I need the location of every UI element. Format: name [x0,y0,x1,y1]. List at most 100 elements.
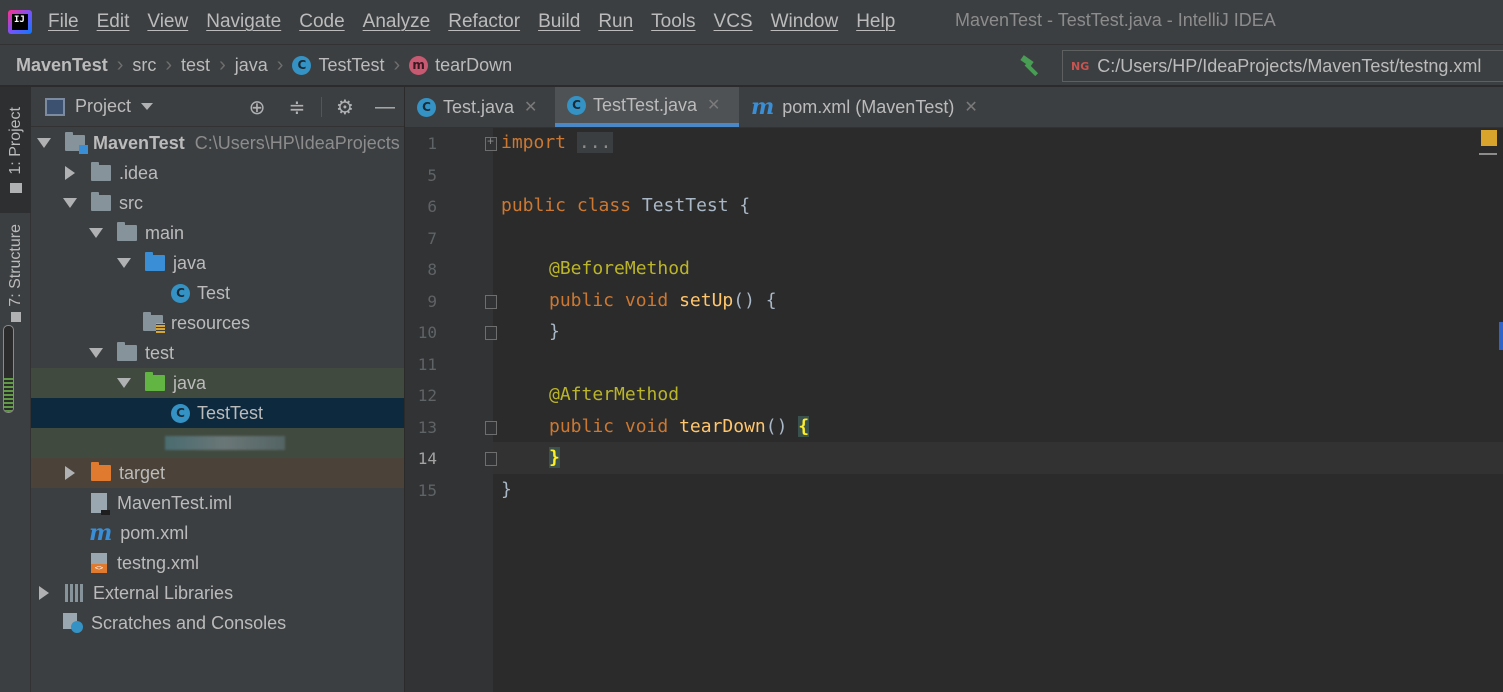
chevron-down-icon[interactable] [141,103,154,110]
line-number: 11 [417,355,437,374]
breadcrumb-separator-icon: › [276,53,284,76]
tab-label: Test.java [443,96,515,117]
left-tool-strip: 1: Project 7: Structure [0,87,31,692]
tree-node-external-libraries[interactable]: External Libraries [31,578,404,608]
tool-tab-project[interactable]: 1: Project [0,87,31,213]
code-line-14: } [549,447,560,468]
class-icon: C [417,97,436,117]
locate-file-icon[interactable]: ⊕ [245,95,269,119]
tree-node-resources[interactable]: resources [31,308,404,338]
breadcrumb-src[interactable]: src [132,55,156,76]
menu-help[interactable]: Help [856,11,895,33]
menu-file[interactable]: File [48,11,79,33]
tool-tab-project-label: 1: Project [6,107,24,175]
tab-testtest-java[interactable]: C TestTest.java ✕ [555,87,739,127]
run-configuration-selector[interactable]: NG C:/Users/HP/IdeaProjects/MavenTest/te… [1062,50,1503,82]
breadcrumb-project[interactable]: MavenTest [16,55,108,76]
close-icon[interactable]: ✕ [707,95,720,115]
chevron-down-icon[interactable] [89,228,103,238]
menu-build[interactable]: Build [538,11,580,33]
fold-expand-icon[interactable] [485,134,497,151]
code-keyword: public void [549,416,669,437]
chevron-down-icon[interactable] [63,198,77,208]
scrollbar-marker[interactable] [1499,322,1503,350]
build-hammer-icon[interactable] [1018,53,1044,79]
menu-tools[interactable]: Tools [651,11,695,33]
tree-node-main[interactable]: main [31,218,404,248]
folder-icon [91,192,111,211]
chevron-right-icon[interactable] [39,586,49,600]
tree-node-label: pom.xml [120,522,189,543]
menu-window[interactable]: Window [771,11,839,33]
tree-node-iml[interactable]: MavenTest.iml [31,488,404,518]
tree-node-maventest[interactable]: MavenTest C:\Users\HP\IdeaProjects [31,128,404,158]
hide-panel-icon[interactable]: — [373,95,397,119]
fold-end-icon[interactable] [485,452,497,466]
tree-node-label: target [119,462,166,483]
tree-node-main-java[interactable]: java [31,248,404,278]
tab-pom-xml[interactable]: m pom.xml (MavenTest) ✕ [739,87,1001,127]
memory-indicator[interactable] [3,325,14,413]
breadcrumb-separator-icon: › [393,53,401,76]
chevron-right-icon[interactable] [65,466,75,480]
menu-view[interactable]: View [147,11,188,33]
chevron-down-icon[interactable] [37,138,51,148]
inspection-warning-icon[interactable] [1481,130,1497,146]
code-annotation: @AfterMethod [549,384,680,405]
error-stripe-mark[interactable] [1479,153,1497,155]
tree-node-label: java [173,252,207,273]
code-text: () [765,416,799,437]
menu-edit[interactable]: Edit [97,11,130,33]
tab-test-java[interactable]: C Test.java ✕ [405,87,553,127]
menu-code[interactable]: Code [299,11,344,33]
tree-node-pom[interactable]: m pom.xml [31,518,404,548]
line-number: 8 [427,260,437,279]
breadcrumb-method-label: tearDown [435,54,513,75]
tree-node-idea[interactable]: .idea [31,158,404,188]
breadcrumb-java[interactable]: java [235,55,268,76]
source-folder-icon [145,252,165,271]
tree-node-testng[interactable]: testng.xml [31,548,404,578]
breadcrumb-test[interactable]: test [181,55,210,76]
project-panel-title[interactable]: Project [75,96,131,117]
fold-collapse-icon[interactable] [485,295,497,309]
tree-node-test-java[interactable]: java [31,368,404,398]
close-icon[interactable]: ✕ [964,97,977,117]
fold-end-icon[interactable] [485,326,497,340]
menu-refactor[interactable]: Refactor [448,11,520,33]
tree-node-label: MavenTest.iml [117,492,233,513]
navigation-bar: MavenTest › src › test › java › C TestTes… [0,44,1503,86]
tree-node-src[interactable]: src [31,188,404,218]
tree-node-test-class[interactable]: C Test [31,278,404,308]
tree-node-scratches[interactable]: Scratches and Consoles [31,608,404,638]
menu-vcs[interactable]: VCS [714,11,753,33]
chevron-down-icon[interactable] [117,258,131,268]
chevron-down-icon[interactable] [89,348,103,358]
breadcrumb-class[interactable]: C TestTest [292,55,384,76]
menu-analyze[interactable]: Analyze [363,11,431,33]
tool-tab-structure[interactable]: 7: Structure [0,223,31,323]
module-folder-icon [65,132,88,154]
tree-node-testtest[interactable]: C TestTest [31,398,404,428]
gear-icon[interactable]: ⚙ [333,95,357,119]
chevron-right-icon[interactable] [65,166,75,180]
close-icon[interactable]: ✕ [524,97,537,117]
menu-run[interactable]: Run [598,11,633,33]
fold-collapse-icon[interactable] [485,421,497,435]
menu-bar: IJ File Edit View Navigate Code Analyze … [0,0,1503,44]
line-number: 5 [427,166,437,185]
resources-folder-icon [143,312,165,333]
line-number-current: 14 [417,449,437,468]
collapse-all-icon[interactable]: ≑ [285,95,309,119]
folder-icon [91,162,111,181]
folded-imports[interactable]: ... [576,132,614,153]
chevron-down-icon[interactable] [117,378,131,388]
tree-node-label: main [145,222,185,243]
tree-node-test[interactable]: test [31,338,404,368]
tree-node-target[interactable]: target [31,458,404,488]
tree-node-label: src [119,192,143,213]
structure-icon [10,312,21,323]
breadcrumb-method[interactable]: m tearDown [409,55,512,76]
code-editor[interactable]: 1 5 6 7 8 9 10 11 12 13 14 15 import ...… [405,128,1503,692]
menu-navigate[interactable]: Navigate [206,11,281,33]
